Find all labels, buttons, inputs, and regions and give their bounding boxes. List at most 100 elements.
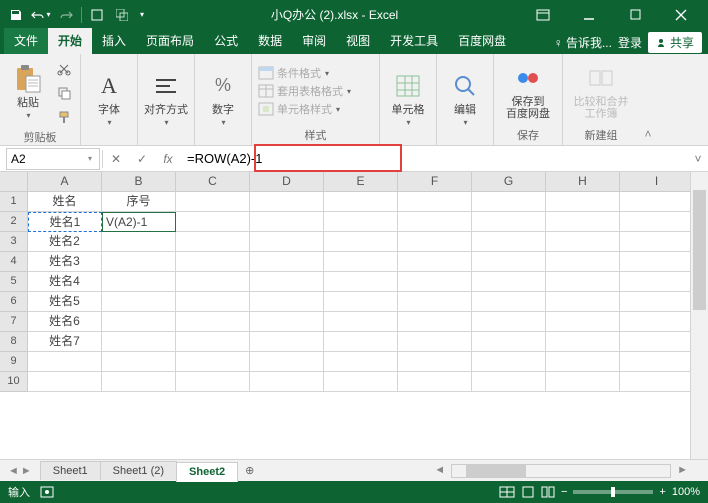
view-normal-icon[interactable] — [499, 486, 515, 498]
cut-icon[interactable] — [54, 59, 74, 79]
close-icon[interactable] — [658, 0, 704, 29]
insert-function-icon[interactable]: fx — [155, 148, 181, 170]
tab-review[interactable]: 审阅 — [292, 28, 336, 54]
cell-I2[interactable] — [620, 212, 694, 232]
cell-D3[interactable] — [250, 232, 324, 252]
tab-view[interactable]: 视图 — [336, 28, 380, 54]
cell-E2[interactable] — [324, 212, 398, 232]
qat-btn[interactable] — [110, 3, 134, 27]
save-icon[interactable] — [4, 3, 28, 27]
next-sheet-icon[interactable]: ► — [21, 465, 32, 477]
cell-H9[interactable] — [546, 352, 620, 372]
cell-styles-button[interactable]: 单元格样式 ▾ — [258, 101, 351, 117]
cell-G9[interactable] — [472, 352, 546, 372]
tab-home[interactable]: 开始 — [48, 28, 92, 54]
cell-C3[interactable] — [176, 232, 250, 252]
cell-F9[interactable] — [398, 352, 472, 372]
cell-E5[interactable] — [324, 272, 398, 292]
cell-B9[interactable] — [102, 352, 176, 372]
tab-baidu[interactable]: 百度网盘 — [448, 28, 516, 54]
cell-B4[interactable] — [102, 252, 176, 272]
cell-G10[interactable] — [472, 372, 546, 392]
cell-C10[interactable] — [176, 372, 250, 392]
cell-I10[interactable] — [620, 372, 694, 392]
col-header[interactable]: G — [472, 172, 546, 192]
cell-E3[interactable] — [324, 232, 398, 252]
cell-E1[interactable] — [324, 192, 398, 212]
maximize-icon[interactable] — [612, 0, 658, 29]
expand-formula-bar-icon[interactable]: ˅ — [688, 152, 708, 166]
hscroll-left-icon[interactable]: ◄ — [434, 464, 445, 478]
cell-H10[interactable] — [546, 372, 620, 392]
cell-D2[interactable] — [250, 212, 324, 232]
cell-I6[interactable] — [620, 292, 694, 312]
save-baidu-button[interactable]: 保存到百度网盘 — [500, 58, 556, 124]
sheet-tab[interactable]: Sheet2 — [176, 462, 238, 482]
cell-C1[interactable] — [176, 192, 250, 212]
namebox-dropdown-icon[interactable]: ▾ — [88, 154, 92, 163]
tab-data[interactable]: 数据 — [248, 28, 292, 54]
tab-insert[interactable]: 插入 — [92, 28, 136, 54]
formula-input[interactable] — [181, 148, 688, 170]
macro-record-icon[interactable] — [40, 486, 54, 498]
cell-D10[interactable] — [250, 372, 324, 392]
cell-D9[interactable] — [250, 352, 324, 372]
row-header[interactable]: 6 — [0, 292, 28, 312]
tab-developer[interactable]: 开发工具 — [380, 28, 448, 54]
row-header[interactable]: 2 — [0, 212, 28, 232]
cell-D5[interactable] — [250, 272, 324, 292]
hscroll-right-icon[interactable]: ► — [677, 464, 688, 478]
cell-E9[interactable] — [324, 352, 398, 372]
cell-A4[interactable]: 姓名3 — [28, 252, 102, 272]
row-header[interactable]: 8 — [0, 332, 28, 352]
cell-H7[interactable] — [546, 312, 620, 332]
tab-file[interactable]: 文件 — [4, 28, 48, 54]
cell-B10[interactable] — [102, 372, 176, 392]
tab-formulas[interactable]: 公式 — [204, 28, 248, 54]
cell-D1[interactable] — [250, 192, 324, 212]
row-header[interactable]: 9 — [0, 352, 28, 372]
col-header[interactable]: E — [324, 172, 398, 192]
alignment-button[interactable]: 对齐方式▾ — [144, 66, 188, 132]
cell-I8[interactable] — [620, 332, 694, 352]
cell-H3[interactable] — [546, 232, 620, 252]
col-header[interactable]: C — [176, 172, 250, 192]
cell-C8[interactable] — [176, 332, 250, 352]
cell-H1[interactable] — [546, 192, 620, 212]
cell-C2[interactable] — [176, 212, 250, 232]
cell-H5[interactable] — [546, 272, 620, 292]
cell-G7[interactable] — [472, 312, 546, 332]
col-header[interactable]: B — [102, 172, 176, 192]
tell-me-icon[interactable]: ♀ 告诉我... — [554, 34, 612, 51]
table-format-button[interactable]: 套用表格格式 ▾ — [258, 83, 351, 99]
cell-H2[interactable] — [546, 212, 620, 232]
login-link[interactable]: 登录 — [618, 34, 642, 51]
row-header[interactable]: 3 — [0, 232, 28, 252]
cell-F4[interactable] — [398, 252, 472, 272]
cell-I3[interactable] — [620, 232, 694, 252]
qat-btn[interactable] — [85, 3, 109, 27]
cell-A2[interactable]: 姓名1 — [28, 212, 102, 232]
undo-icon[interactable]: ▾ — [29, 3, 53, 27]
enter-formula-icon[interactable]: ✓ — [129, 148, 155, 170]
cell-H4[interactable] — [546, 252, 620, 272]
zoom-slider[interactable] — [573, 490, 653, 494]
cell-D7[interactable] — [250, 312, 324, 332]
editing-button[interactable]: 编辑▾ — [443, 66, 487, 132]
zoom-in-icon[interactable]: + — [659, 486, 665, 498]
cell-A1[interactable]: 姓名 — [28, 192, 102, 212]
cell-A5[interactable]: 姓名4 — [28, 272, 102, 292]
cell-I5[interactable] — [620, 272, 694, 292]
copy-icon[interactable] — [54, 83, 74, 103]
add-sheet-icon[interactable]: ⊕ — [237, 464, 262, 477]
row-header[interactable]: 5 — [0, 272, 28, 292]
cell-E10[interactable] — [324, 372, 398, 392]
row-header[interactable]: 10 — [0, 372, 28, 392]
zoom-out-icon[interactable]: − — [561, 486, 567, 498]
cell-F10[interactable] — [398, 372, 472, 392]
cell-E6[interactable] — [324, 292, 398, 312]
cell-B8[interactable] — [102, 332, 176, 352]
col-header[interactable]: D — [250, 172, 324, 192]
cell-B1[interactable]: 序号 — [102, 192, 176, 212]
cell-E7[interactable] — [324, 312, 398, 332]
